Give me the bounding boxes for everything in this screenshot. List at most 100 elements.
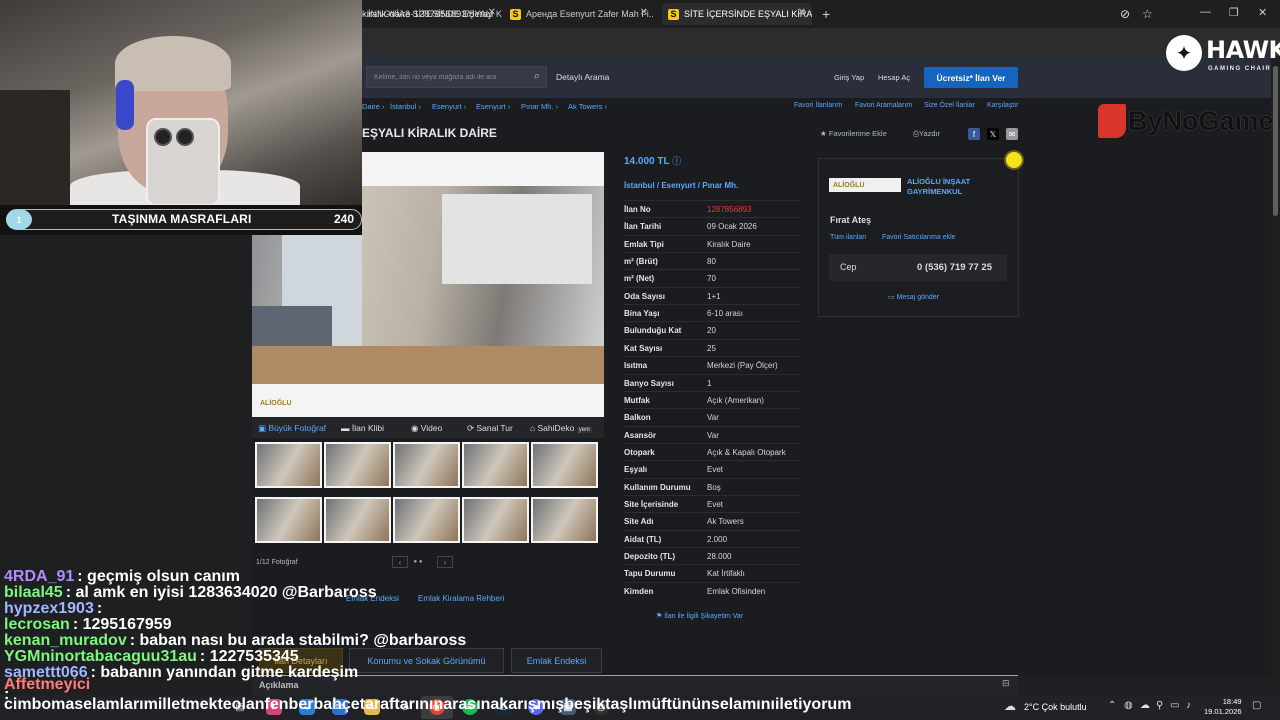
photo-thumbnail[interactable] <box>531 497 598 543</box>
advanced-search-link[interactable]: Detaylı Arama <box>556 72 609 82</box>
photo-thumbnail[interactable] <box>531 442 598 488</box>
detail-key: Balkon <box>624 413 651 423</box>
tab-location[interactable]: Konumu ve Sokak Görünümü <box>349 648 504 673</box>
send-message-link[interactable]: ▭ Mesaj gönder <box>888 293 939 301</box>
search-input[interactable] <box>367 67 517 87</box>
detail-value: Evet <box>707 465 724 475</box>
photo-thumbnail[interactable] <box>393 442 460 488</box>
detail-value: Emlak Ofisinden <box>707 586 766 596</box>
star-icon[interactable]: ☆ <box>1142 7 1153 21</box>
photo-thumbnail[interactable] <box>462 497 529 543</box>
webcam-chair <box>0 90 70 205</box>
photo-thumbnail[interactable] <box>255 497 322 543</box>
x-twitter-icon[interactable]: 𝕏 <box>987 128 999 140</box>
chat-username: 4RDA_91 <box>4 568 75 585</box>
maximize-button[interactable]: ❐ <box>1229 6 1239 19</box>
compare-link[interactable]: Karşılaştır <box>987 102 1019 109</box>
weather-icon[interactable]: ☁ <box>1004 699 1016 713</box>
tracking-off-icon[interactable]: ⊘ <box>1120 7 1130 21</box>
facebook-icon[interactable]: f <box>968 128 980 140</box>
camera-lens-icon <box>154 128 172 146</box>
tab-video[interactable]: ◉ Video <box>411 423 442 434</box>
print-button[interactable]: ⎙Yazdır <box>913 129 940 139</box>
tray-steam-icon[interactable]: ☁ <box>1140 700 1150 711</box>
breadcrumb-item[interactable]: İstanbul › <box>390 102 421 111</box>
breadcrumb-item[interactable]: Pınar Mh. › <box>521 102 558 111</box>
detail-row: Asansör Var <box>624 425 800 443</box>
prev-photo-button[interactable]: ‹ <box>392 556 408 568</box>
tab-real-estate-index[interactable]: Emlak Endeksi <box>511 648 602 673</box>
photo-thumbnail[interactable] <box>255 442 322 488</box>
tray-app-icon[interactable]: ◍ <box>1124 700 1133 711</box>
breadcrumb-item[interactable]: Esenyurt › <box>432 102 466 111</box>
all-ads-link[interactable]: Tüm ilanları <box>830 234 867 241</box>
tab-ad-clip[interactable]: ▬ İlan Klibi <box>341 423 384 433</box>
star-icon: ★ <box>820 129 827 138</box>
collapse-icon[interactable]: ⊟ <box>1002 678 1010 689</box>
next-photo-button[interactable]: › <box>437 556 453 568</box>
tab-large-photo[interactable]: ▣ Büyük Fotoğraf <box>258 423 326 434</box>
photo-thumbnail[interactable] <box>462 442 529 488</box>
detail-value: 1 <box>707 378 712 388</box>
close-icon[interactable]: ✕ <box>640 7 648 18</box>
browser-tab-2[interactable]: S Аренда Esenyurt Zafer Mah Fi... ✕ <box>504 3 654 25</box>
favorite-seller-link[interactable]: Favori Satıcılarıma ekle <box>882 234 956 241</box>
breadcrumb-item[interactable]: Esenyurt › <box>476 102 510 111</box>
detail-value: 20 <box>707 326 716 336</box>
microphone-icon[interactable]: ⚲ <box>1156 700 1163 711</box>
detail-key: Otopark <box>624 447 655 457</box>
special-ads-link[interactable]: Size Özel İlanlar <box>924 102 975 109</box>
detail-value: 09 Ocak 2026 <box>707 222 757 232</box>
scrollbar-thumb[interactable] <box>1273 66 1278 216</box>
detail-value: Ak Towers <box>707 517 744 527</box>
clock[interactable]: 18:49 19.01.2026 <box>1204 697 1242 717</box>
network-icon[interactable]: ▭ <box>1170 700 1179 711</box>
detail-value: Boş <box>707 482 721 492</box>
location: İstanbul / Esenyurt / Pınar Mh. <box>624 181 739 190</box>
close-window-button[interactable]: ✕ <box>1258 6 1267 19</box>
seller-logo[interactable]: ALİOĞLU <box>829 178 901 192</box>
location-neighborhood[interactable]: Pınar Mh. <box>702 181 738 190</box>
volume-icon[interactable]: ♪ <box>1186 700 1191 711</box>
notification-icon[interactable]: ▢ <box>1252 700 1261 711</box>
photo-thumbnail[interactable] <box>324 442 391 488</box>
weather-text[interactable]: 2°C Çok bulutlu <box>1024 702 1087 712</box>
favorite-searches-link[interactable]: Favori Aramalarım <box>855 102 912 109</box>
detail-value: 1287856893 <box>707 205 752 214</box>
new-tab-button[interactable]: + <box>822 6 830 22</box>
detail-row: Aidat (TL) 2.000 <box>624 529 800 547</box>
login-link[interactable]: Giriş Yap <box>834 73 864 82</box>
chat-text: : babanın yanından gitme kardeşim <box>90 664 359 681</box>
rental-guide-link[interactable]: Emlak Kiralama Rehberi <box>418 594 504 603</box>
email-icon[interactable]: ✉ <box>1006 128 1018 140</box>
detail-key: Kimden <box>624 586 654 596</box>
photo-thumbnail[interactable] <box>324 497 391 543</box>
minimize-button[interactable]: — <box>1200 6 1211 18</box>
add-favorite-button[interactable]: ★ Favorilerime Ekle <box>820 129 887 138</box>
detail-value: Açık & Kapalı Otopark <box>707 447 786 457</box>
breadcrumb-item[interactable]: Daire › <box>362 102 385 111</box>
close-icon[interactable]: ✕ <box>798 7 806 18</box>
tab-sahideko[interactable]: ⌂ SahiDeko yeni <box>530 423 592 433</box>
new-badge: yeni <box>576 427 592 433</box>
chevron-up-icon[interactable]: ⌃ <box>1108 700 1116 711</box>
location-district[interactable]: Esenyurt <box>661 181 695 190</box>
browser-tab-3[interactable]: S SİTE İÇERSİNDE EŞYALI KİRALIK ✕ <box>662 3 812 25</box>
info-icon: ⓘ <box>672 156 682 166</box>
location-city[interactable]: İstanbul <box>624 181 655 190</box>
report-link[interactable]: ⚑ İlan ile İlgili Şikayetim Var <box>656 612 743 620</box>
tab-title: Аренда Esenyurt Zafer Mah Fi... <box>526 9 654 19</box>
register-link[interactable]: Hesap Aç <box>878 73 910 82</box>
detail-key: Site Adı <box>624 517 654 527</box>
photo-thumbnail[interactable] <box>393 497 460 543</box>
post-ad-button[interactable]: Ücretsiz* İlan Ver <box>924 67 1018 88</box>
detail-row: Site Adı Ak Towers <box>624 512 800 529</box>
seller-company[interactable]: ALİOĞLU İNŞAAT GAYRİMENKUL <box>907 177 1007 197</box>
tab-virtual-tour[interactable]: ⟳ Sanal Tur <box>467 423 513 434</box>
url-text[interactable]: kiralik-daire-1287856893/detay <box>362 9 492 20</box>
breadcrumb-item[interactable]: Ak Towers › <box>568 102 607 111</box>
phone-number[interactable]: 0 (536) 719 77 25 <box>917 262 992 273</box>
search-icon[interactable]: ⌕ <box>534 70 540 83</box>
favorite-ads-link[interactable]: Favori İlanlarım <box>794 102 842 109</box>
bynogame-logo-icon <box>1098 104 1126 138</box>
